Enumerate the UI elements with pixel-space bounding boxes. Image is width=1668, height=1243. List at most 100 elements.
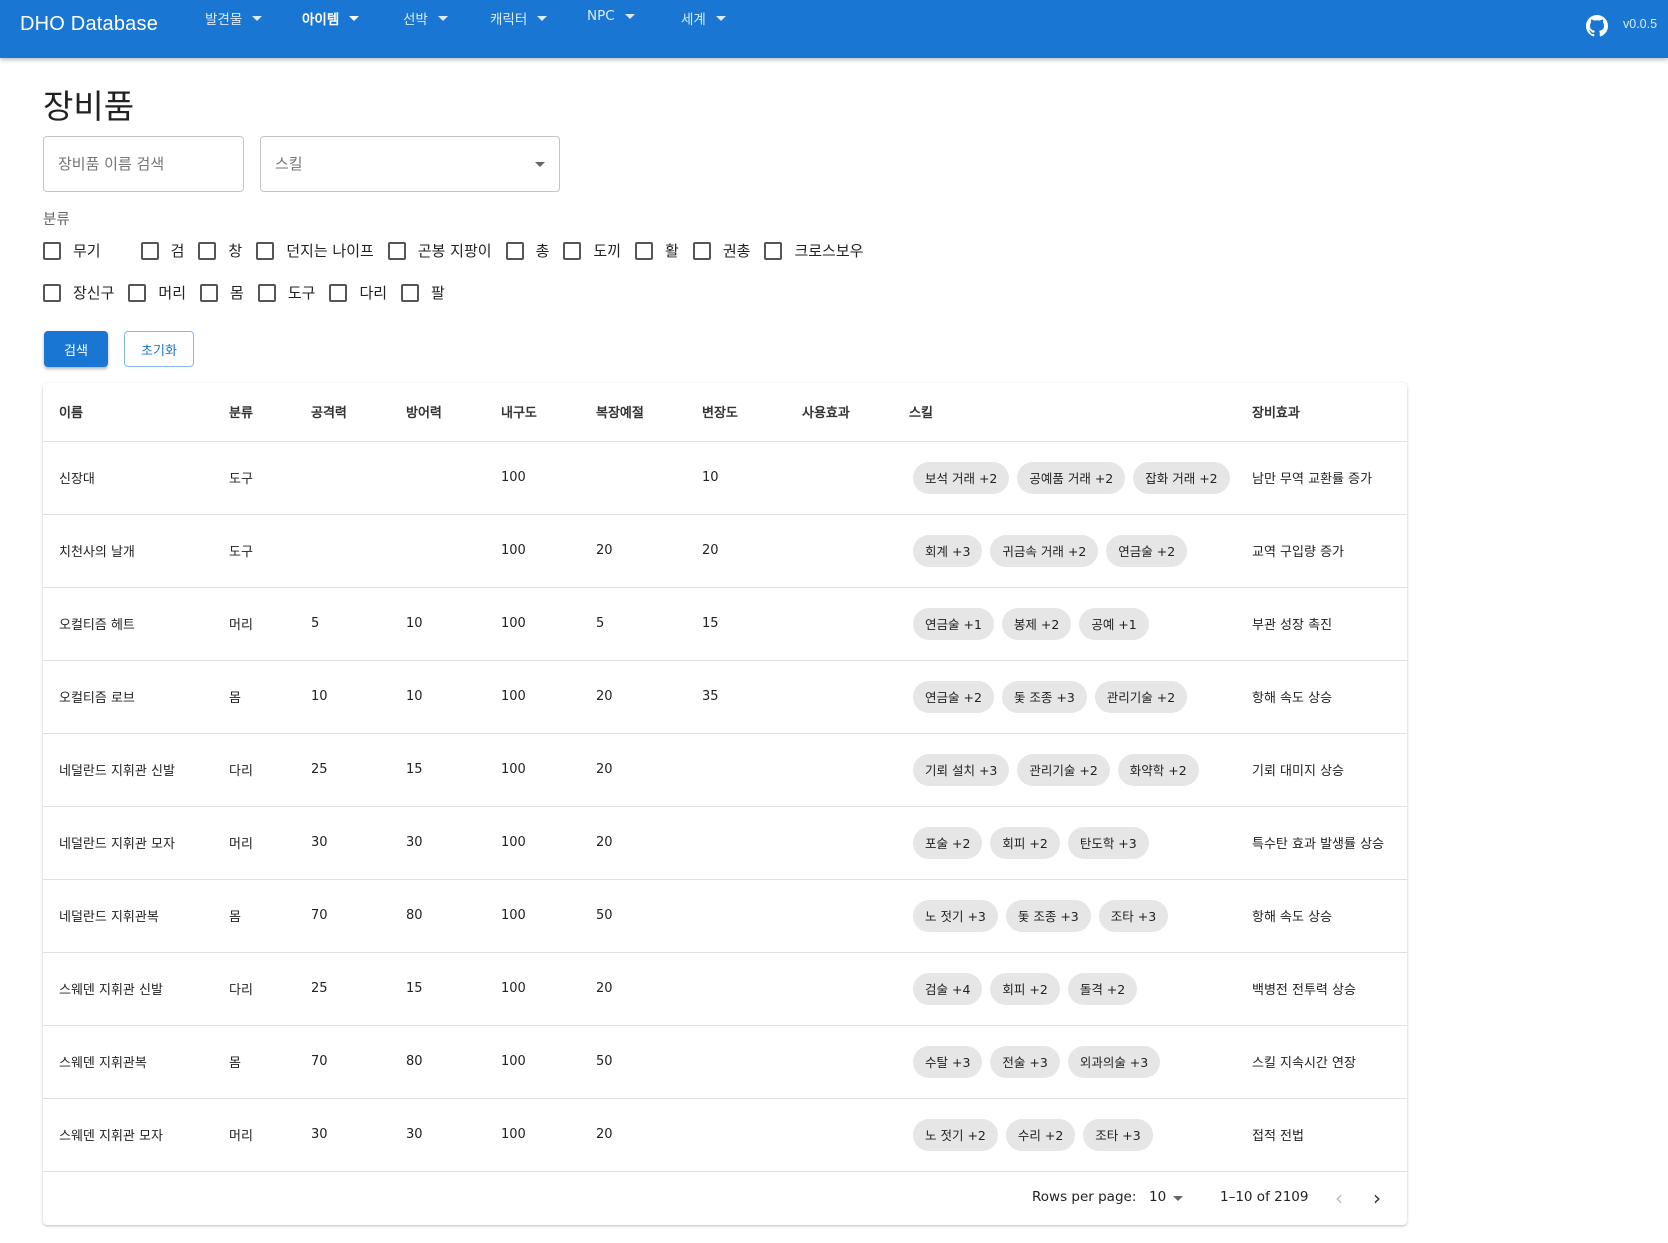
chevron-left-icon[interactable]: ‹ xyxy=(1335,1186,1343,1210)
checkbox-tool[interactable]: 도구 xyxy=(257,282,315,303)
checkbox-arm[interactable]: 팔 xyxy=(401,282,445,303)
name-search-field[interactable] xyxy=(43,136,244,192)
skill-chip[interactable]: 돛 조종 +3 xyxy=(1005,899,1091,932)
checkbox-club-staff[interactable]: 곤봉 지팡이 xyxy=(387,240,492,261)
nav-ships[interactable]: 선박 xyxy=(403,8,448,28)
checkbox-icon[interactable] xyxy=(257,283,276,302)
table-row[interactable]: 스웨덴 지휘관 모자 머리 30 30 100 20 노 젓기 +2 수리 +2 조타 +3 접적… xyxy=(43,1098,1407,1172)
skill-chip[interactable]: 노 젓기 +3 xyxy=(913,899,998,932)
table-row[interactable]: 오컬티즘 로브 몸 10 10 100 20 35 연금술 +2 돛 조종 +3 관리기술 +2 항… xyxy=(43,660,1407,734)
checkbox-gun[interactable]: 총 xyxy=(505,240,549,261)
skill-chip[interactable]: 공예 +1 xyxy=(1079,607,1149,640)
checkbox-icon[interactable] xyxy=(200,283,219,302)
skill-select[interactable]: 스킬 xyxy=(260,136,560,192)
skill-chip[interactable]: 조타 +3 xyxy=(1083,1118,1153,1151)
skill-chip[interactable]: 노 젓기 +2 xyxy=(913,1118,998,1151)
column-header-use-effect[interactable]: 사용효과 xyxy=(786,383,893,442)
skill-chip[interactable]: 외과의술 +3 xyxy=(1067,1045,1161,1078)
checkbox-icon[interactable] xyxy=(764,241,783,260)
checkbox-throwing-knife[interactable]: 던지는 나이프 xyxy=(256,240,374,261)
table-row[interactable]: 치천사의 날개 도구 100 20 20 회계 +3 귀금속 거래 +2 연금술 +2 교역 구… xyxy=(43,514,1407,588)
reset-button[interactable]: 초기화 xyxy=(124,331,194,367)
checkbox-icon[interactable] xyxy=(505,241,524,260)
skill-chip[interactable]: 돛 조종 +3 xyxy=(1001,680,1087,713)
column-header-attack[interactable]: 공격력 xyxy=(295,383,390,442)
rows-per-page-select[interactable]: 10 xyxy=(1149,1189,1166,1205)
name-search-input[interactable] xyxy=(44,137,243,191)
table-row[interactable]: 오컬티즘 헤트 머리 5 10 100 5 15 연금술 +1 봉제 +2 공예 +1 부관 성장 … xyxy=(43,587,1407,661)
skill-chip[interactable]: 검술 +4 xyxy=(913,972,983,1005)
dropdown-arrow-icon[interactable] xyxy=(1173,1196,1183,1201)
checkbox-icon[interactable] xyxy=(128,283,147,302)
skill-chip[interactable]: 관리기술 +2 xyxy=(1017,753,1110,786)
skill-chip[interactable]: 연금술 +2 xyxy=(1106,534,1188,567)
checkbox-icon[interactable] xyxy=(43,241,61,260)
search-button[interactable]: 검색 xyxy=(44,331,108,367)
skill-chip[interactable]: 회계 +3 xyxy=(913,534,983,567)
skill-chip[interactable]: 관리기술 +2 xyxy=(1094,680,1188,713)
checkbox-icon[interactable] xyxy=(563,241,582,260)
column-header-disguise[interactable]: 변장도 xyxy=(686,383,786,442)
skill-chip[interactable]: 전술 +3 xyxy=(990,1045,1060,1078)
skill-chip[interactable]: 보석 거래 +2 xyxy=(913,461,1010,494)
column-header-category[interactable]: 분류 xyxy=(213,383,295,442)
table-row[interactable]: 네덜란드 지휘관복 몸 70 80 100 50 노 젓기 +3 돛 조종 +3 조타 +3 항해… xyxy=(43,879,1407,953)
checkbox-icon[interactable] xyxy=(329,283,348,302)
checkbox-icon[interactable] xyxy=(692,241,711,260)
checkbox-icon[interactable] xyxy=(43,283,61,302)
checkbox-pistol[interactable]: 권총 xyxy=(692,240,750,261)
checkbox-icon[interactable] xyxy=(198,241,217,260)
skill-chip[interactable]: 수리 +2 xyxy=(1005,1118,1076,1151)
checkbox-spear[interactable]: 창 xyxy=(198,240,242,261)
checkbox-accessory[interactable]: 장신구 xyxy=(43,282,114,303)
skill-chip[interactable]: 연금술 +1 xyxy=(913,607,994,640)
chevron-right-icon[interactable]: › xyxy=(1373,1186,1381,1210)
skill-chip[interactable]: 연금술 +2 xyxy=(913,680,994,713)
table-row[interactable]: 신장대 도구 100 10 보석 거래 +2 공예품 거래 +2 잡화 거래 +2 남만 무역… xyxy=(43,441,1407,515)
github-icon[interactable] xyxy=(1586,15,1608,37)
checkbox-icon[interactable] xyxy=(140,241,159,260)
cell-use-effect xyxy=(786,660,893,734)
nav-npc[interactable]: NPC xyxy=(587,8,635,24)
checkbox-head[interactable]: 머리 xyxy=(128,282,186,303)
nav-discoveries[interactable]: 발견물 xyxy=(205,8,263,28)
column-header-defense[interactable]: 방어력 xyxy=(390,383,485,442)
skill-chip[interactable]: 포술 +2 xyxy=(913,826,983,859)
checkbox-icon[interactable] xyxy=(635,241,654,260)
skill-chip[interactable]: 봉제 +2 xyxy=(1001,607,1072,640)
nav-characters[interactable]: 캐릭터 xyxy=(490,8,548,28)
checkbox-axe[interactable]: 도끼 xyxy=(563,240,621,261)
skill-chip[interactable]: 회피 +2 xyxy=(990,826,1060,859)
column-header-dress[interactable]: 복장예절 xyxy=(580,383,686,442)
table-row[interactable]: 네덜란드 지휘관 모자 머리 30 30 100 20 포술 +2 회피 +2 탄도학 +3 특수… xyxy=(43,806,1407,880)
skill-chip[interactable]: 귀금속 거래 +2 xyxy=(990,534,1099,567)
checkbox-weapon[interactable]: 무기 xyxy=(43,240,101,261)
column-header-durability[interactable]: 내구도 xyxy=(485,383,580,442)
skill-chip[interactable]: 잡화 거래 +2 xyxy=(1133,461,1230,494)
skill-chip[interactable]: 조타 +3 xyxy=(1098,899,1169,932)
checkbox-body[interactable]: 몸 xyxy=(200,282,244,303)
checkbox-legs[interactable]: 다리 xyxy=(329,282,387,303)
skill-chip[interactable]: 탄도학 +3 xyxy=(1067,826,1149,859)
checkbox-icon[interactable] xyxy=(401,283,420,302)
skill-chip[interactable]: 공예품 거래 +2 xyxy=(1017,461,1126,494)
skill-chip[interactable]: 수탈 +3 xyxy=(913,1045,983,1078)
skill-chip[interactable]: 돌격 +2 xyxy=(1067,972,1138,1005)
table-row[interactable]: 네덜란드 지휘관 신발 다리 25 15 100 20 기뢰 설치 +3 관리기술 +2 화약학… xyxy=(43,733,1407,807)
checkbox-crossbow[interactable]: 크로스보우 xyxy=(764,240,863,261)
table-row[interactable]: 스웨덴 지휘관 신발 다리 25 15 100 20 검술 +4 회피 +2 돌격 +2 백병전 … xyxy=(43,952,1407,1026)
nav-items[interactable]: 아이템 xyxy=(302,8,360,28)
skill-chip[interactable]: 기뢰 설치 +3 xyxy=(913,753,1010,786)
skill-chip[interactable]: 화약학 +2 xyxy=(1117,753,1199,786)
checkbox-icon[interactable] xyxy=(387,241,406,260)
checkbox-bow[interactable]: 활 xyxy=(635,240,679,261)
nav-world[interactable]: 세계 xyxy=(681,8,726,28)
app-title[interactable]: DHO Database xyxy=(20,13,158,36)
column-header-name[interactable]: 이름 xyxy=(43,383,213,442)
checkbox-icon[interactable] xyxy=(256,241,275,260)
column-header-skills[interactable]: 스킬 xyxy=(893,383,1236,442)
table-row[interactable]: 스웨덴 지휘관복 몸 70 80 100 50 수탈 +3 전술 +3 외과의술 +3 스킬 지속… xyxy=(43,1025,1407,1099)
checkbox-sword[interactable]: 검 xyxy=(140,240,184,261)
skill-chip[interactable]: 회피 +2 xyxy=(990,972,1060,1005)
column-header-equip-effect[interactable]: 장비효과 xyxy=(1236,383,1407,442)
